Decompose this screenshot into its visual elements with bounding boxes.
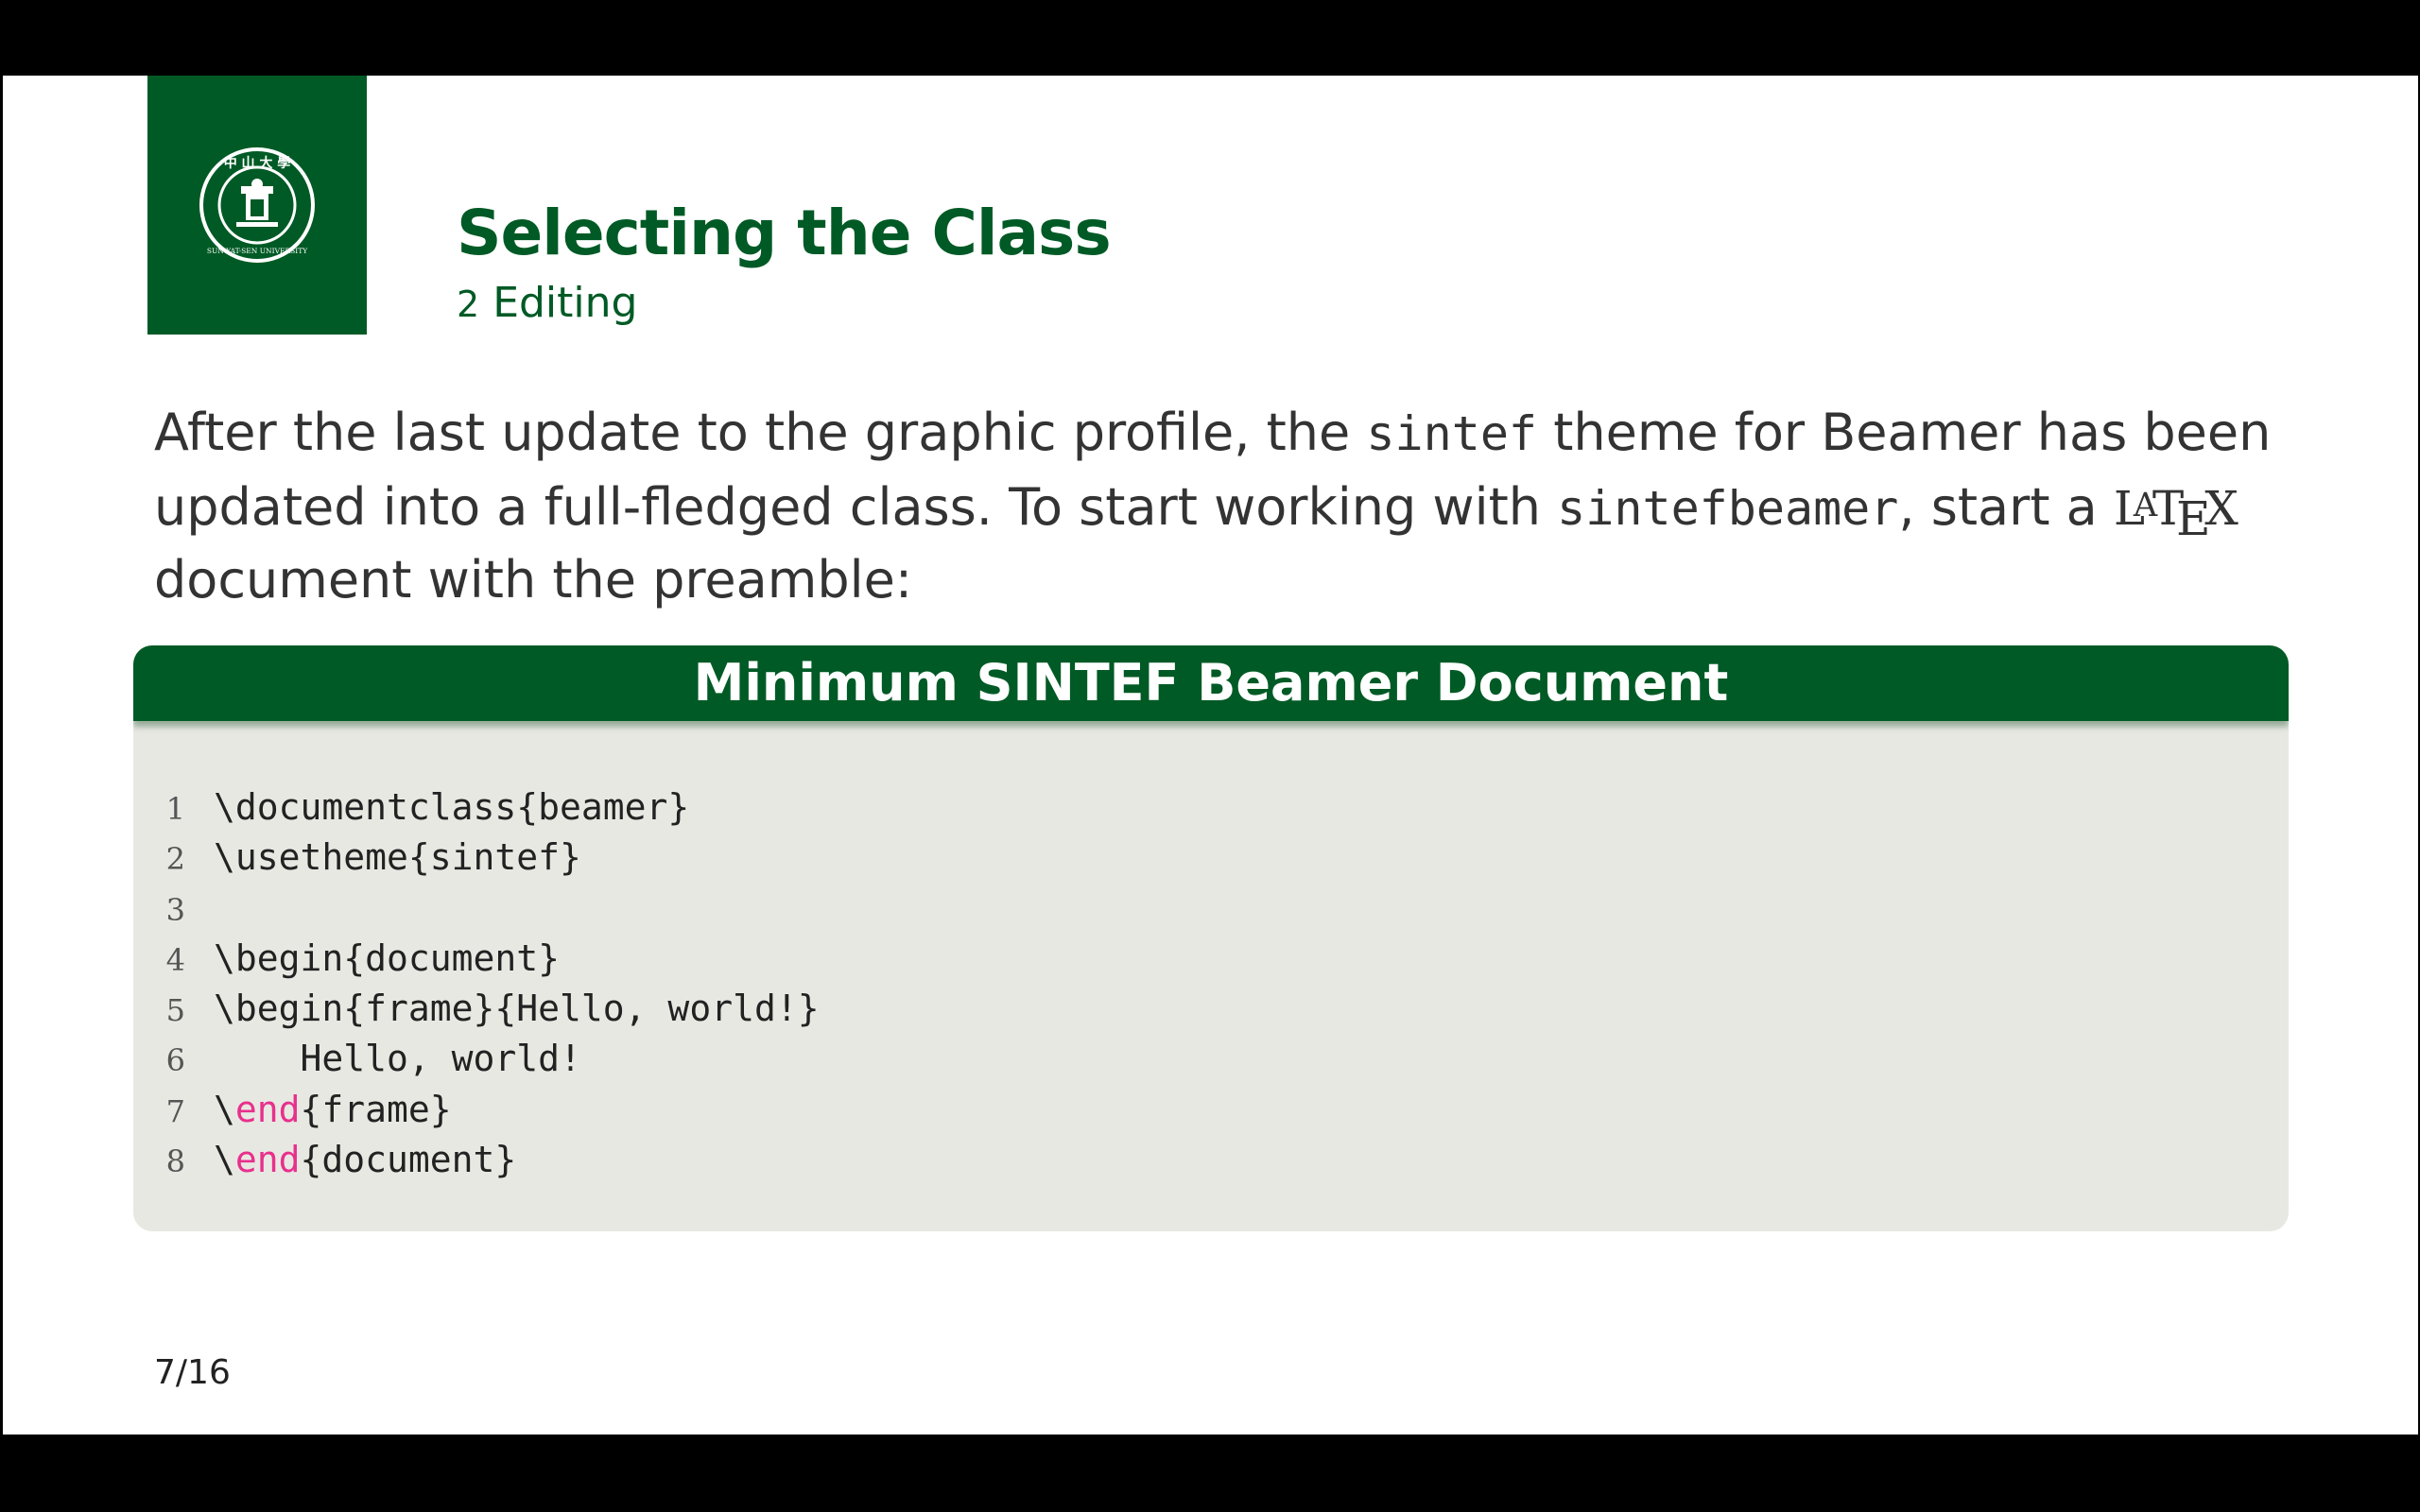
code-keyword: end (234, 1139, 301, 1181)
paragraph-text: , start a (1898, 476, 2114, 537)
code-line: 5 \begin{frame}{Hello, world!} (133, 984, 820, 1034)
top-letterbox (0, 0, 2420, 76)
bottom-letterbox (0, 1435, 2420, 1512)
university-logo: 中 山 大 學 SUN YAT-SEN UNIVERSITY (147, 76, 367, 335)
line-number: 1 (165, 791, 185, 827)
body-paragraph: After the last update to the graphic pro… (154, 397, 2328, 616)
code-block: Minimum SINTEF Beamer Document 1 \documen… (133, 645, 2289, 1231)
code-text: \ (214, 1088, 235, 1130)
code-text: {frame} (300, 1088, 452, 1130)
inline-code-sintef: sintef (1366, 406, 1538, 461)
line-number: 8 (165, 1143, 185, 1180)
line-number: 3 (165, 891, 185, 928)
code-keyword: end (234, 1088, 301, 1130)
code-text: \begin{frame}{Hello, world!} (214, 988, 820, 1030)
code-text: \begin{document} (214, 936, 561, 979)
line-number: 5 (165, 992, 185, 1029)
code-text: \documentclass{beamer} (214, 786, 690, 828)
code-line: 4 \begin{document} (133, 934, 820, 984)
code-line: 3 (133, 884, 820, 934)
section-number: 2 (457, 284, 480, 325)
code-text: {document} (300, 1139, 517, 1181)
svg-text:SUN YAT-SEN UNIVERSITY: SUN YAT-SEN UNIVERSITY (207, 247, 308, 255)
line-number: 4 (165, 941, 185, 978)
university-seal-icon: 中 山 大 學 SUN YAT-SEN UNIVERSITY (199, 147, 315, 263)
paragraph-text: After the last update to the graphic pro… (154, 403, 1367, 462)
code-text: \usetheme{sintef} (214, 836, 581, 879)
latex-logo: LATEX (2113, 480, 2238, 546)
line-number: 7 (165, 1092, 185, 1129)
code-line: 1 \documentclass{beamer} (133, 782, 820, 833)
paragraph-text: document with the preamble: (154, 549, 913, 610)
section-subtitle: 2 Editing (457, 279, 637, 327)
code-text: \ (214, 1139, 235, 1181)
code-line: 6 Hello, world! (133, 1034, 820, 1084)
page-number: 7/16 (154, 1353, 231, 1392)
slide-title: Selecting the Class (457, 197, 1112, 269)
code-line: 2 \usetheme{sintef} (133, 833, 820, 883)
slide: 中 山 大 學 SUN YAT-SEN UNIVERSITY Selecting… (3, 76, 2418, 1435)
code-text: Hello, world! (214, 1038, 581, 1080)
svg-text:中 山 大 學: 中 山 大 學 (224, 155, 291, 171)
line-number: 2 (165, 841, 185, 878)
section-name: Editing (493, 279, 638, 327)
line-number: 6 (165, 1042, 185, 1079)
code-line: 7 \end{frame} (133, 1085, 820, 1135)
inline-code-sintefbeamer: sintefbeamer (1557, 480, 1899, 536)
code-block-title: Minimum SINTEF Beamer Document (133, 645, 2289, 721)
code-line: 8 \end{document} (133, 1135, 820, 1185)
code-listing: 1 \documentclass{beamer} 2 \usetheme{sinte… (133, 782, 820, 1185)
